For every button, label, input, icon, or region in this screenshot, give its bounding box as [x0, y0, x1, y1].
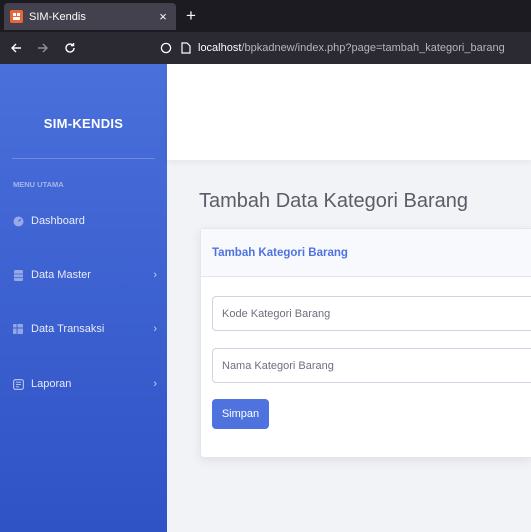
simpan-button[interactable]: Simpan	[212, 399, 269, 429]
reload-button[interactable]	[59, 37, 81, 59]
shield-icon	[158, 40, 174, 56]
sidebar-item-data-master[interactable]: Data Master ›	[12, 265, 157, 285]
url-text: localhost/bpkadnew/index.php?page=tambah…	[198, 42, 505, 54]
favicon-icon	[10, 10, 23, 23]
new-tab-button[interactable]: +	[180, 6, 202, 28]
topbar	[167, 64, 531, 160]
forward-arrow-icon	[38, 43, 48, 53]
sidebar-divider	[12, 158, 155, 159]
report-icon	[12, 378, 24, 390]
sidebar-item-laporan[interactable]: Laporan ›	[12, 374, 157, 394]
page-icon	[178, 40, 194, 56]
database-icon	[12, 269, 24, 281]
table-icon	[12, 323, 24, 335]
kode-kategori-input[interactable]	[212, 296, 531, 331]
gauge-icon	[12, 215, 24, 227]
sidebar-item-label: Data Transaksi	[31, 323, 105, 335]
browser-tab-bar: SIM-Kendis × +	[0, 0, 531, 32]
tab-title: SIM-Kendis	[29, 10, 86, 23]
forward-button[interactable]	[32, 37, 54, 59]
browser-tab[interactable]: SIM-Kendis ×	[4, 3, 176, 30]
sidebar-heading: MENU UTAMA	[13, 180, 64, 189]
sidebar-item-label: Data Master	[31, 269, 91, 281]
chevron-right-icon: ›	[153, 378, 157, 390]
nama-kategori-input[interactable]	[212, 348, 531, 383]
sidebar-item-label: Laporan	[31, 378, 72, 390]
back-arrow-icon	[11, 43, 21, 53]
card-title: Tambah Kategori Barang	[212, 246, 348, 259]
page: SIM-KENDIS MENU UTAMA Dashboard Data Mas…	[0, 64, 531, 532]
address-bar[interactable]: localhost/bpkadnew/index.php?page=tambah…	[158, 36, 531, 60]
sidebar-item-data-transaksi[interactable]: Data Transaksi ›	[12, 319, 157, 339]
sidebar-brand[interactable]: SIM-KENDIS	[0, 116, 167, 131]
url-path: /bpkadnew/index.php?page=tambah_kategori…	[241, 42, 505, 54]
card-header: Tambah Kategori Barang	[201, 229, 531, 277]
reload-icon	[65, 43, 75, 53]
url-host: localhost	[198, 42, 242, 54]
sidebar: SIM-KENDIS MENU UTAMA Dashboard Data Mas…	[0, 64, 167, 532]
browser-nav-bar: localhost/bpkadnew/index.php?page=tambah…	[0, 32, 531, 64]
tab-close-icon[interactable]: ×	[154, 9, 172, 24]
back-button[interactable]	[5, 37, 27, 59]
chevron-right-icon: ›	[153, 323, 157, 335]
sidebar-item-label: Dashboard	[31, 215, 85, 227]
form-card: Tambah Kategori Barang Simpan	[200, 228, 531, 458]
sidebar-item-dashboard[interactable]: Dashboard	[12, 211, 157, 231]
chevron-right-icon: ›	[153, 269, 157, 281]
page-title: Tambah Data Kategori Barang	[199, 190, 469, 212]
